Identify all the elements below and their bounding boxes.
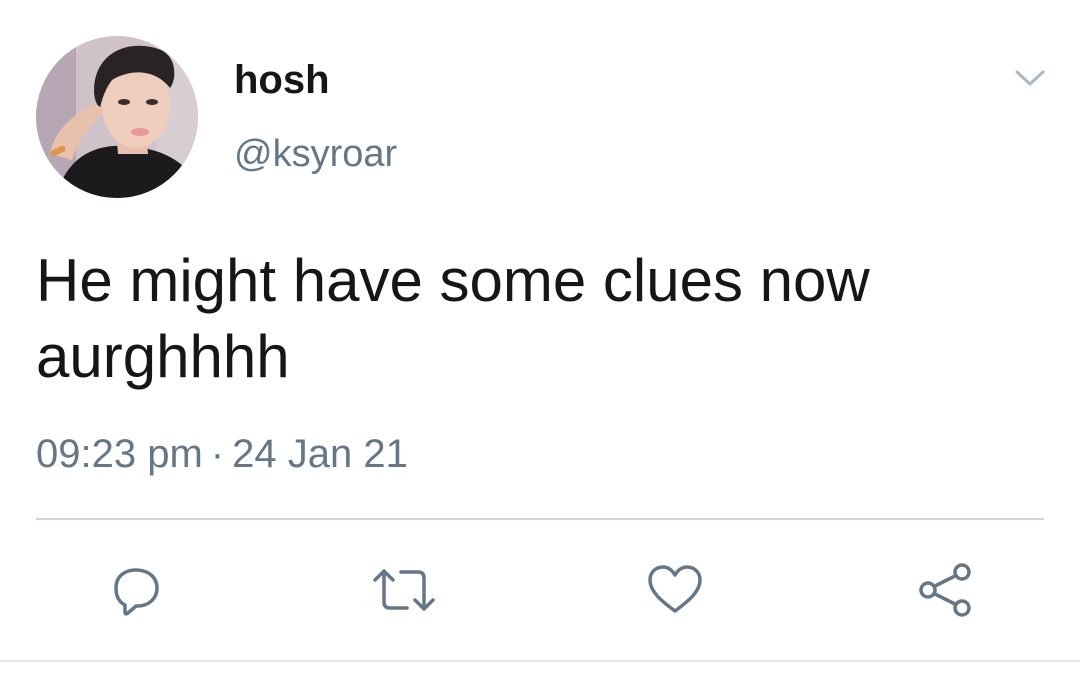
timestamp-separator: ·: [210, 432, 225, 476]
display-name[interactable]: hosh: [234, 56, 330, 104]
tweet-text-line-1: He might have some clues now: [36, 247, 870, 314]
reply-icon: [114, 568, 159, 616]
retweet-button[interactable]: [369, 555, 439, 625]
heart-icon: [648, 565, 702, 613]
reply-button[interactable]: [101, 555, 171, 625]
bottom-divider: [0, 660, 1080, 662]
chevron-down-icon: [1015, 70, 1045, 86]
share-icon: [919, 563, 971, 617]
avatar-photo: [36, 36, 198, 198]
tweet-actions: [0, 555, 1080, 625]
tweet-date: 24 Jan 21: [232, 432, 408, 476]
tweet-card: hosh @ksyroar He might have some clues n…: [0, 0, 1080, 680]
tweet-text-line-2: aurghhhh: [36, 323, 290, 390]
like-button[interactable]: [640, 555, 710, 625]
tweet-menu-button[interactable]: [1006, 58, 1054, 98]
tweet-time: 09:23 pm: [36, 432, 203, 476]
retweet-icon: [373, 569, 435, 611]
share-button[interactable]: [910, 555, 980, 625]
avatar[interactable]: [36, 36, 198, 198]
divider: [36, 518, 1044, 520]
tweet-text: He might have some clues now aurghhhh: [36, 243, 1046, 395]
user-handle[interactable]: @ksyroar: [234, 131, 397, 177]
tweet-timestamp[interactable]: 09:23 pm · 24 Jan 21: [36, 430, 408, 478]
